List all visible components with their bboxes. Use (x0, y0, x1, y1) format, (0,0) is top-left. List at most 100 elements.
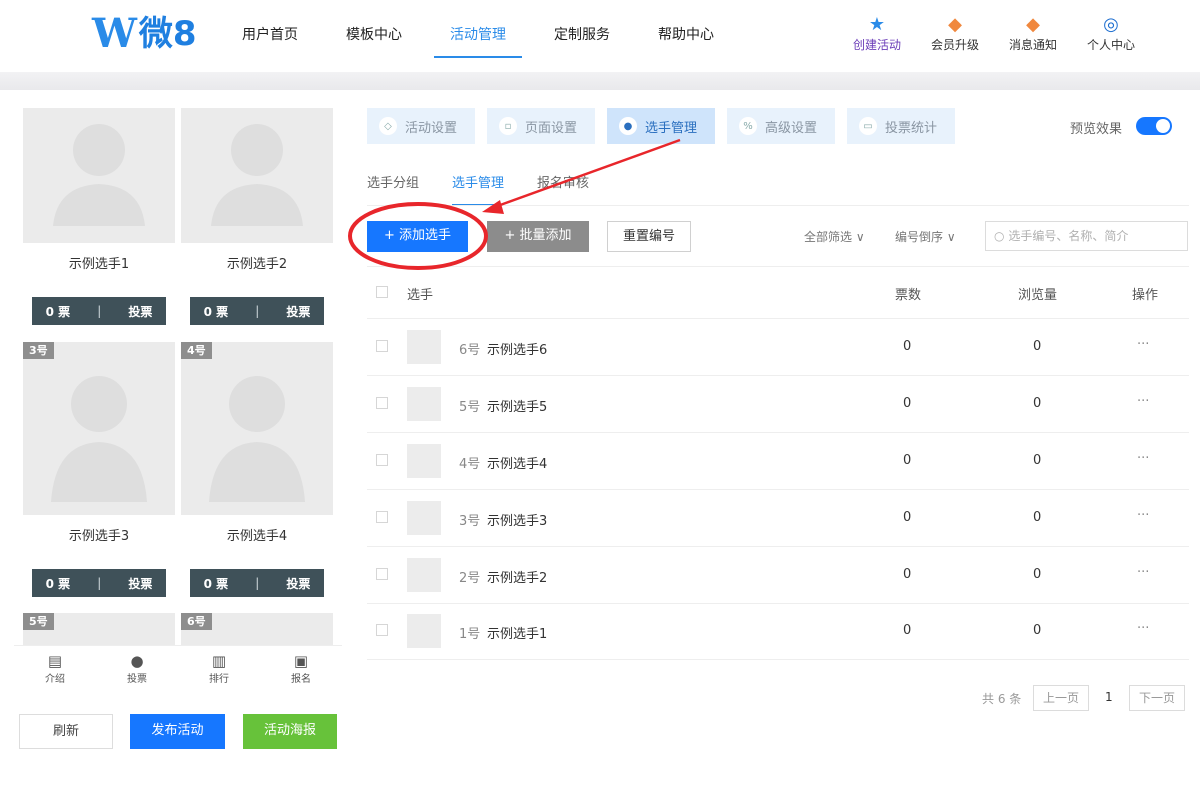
next-page-button[interactable]: 下一页 (1129, 685, 1185, 711)
avatar-placeholder-icon (53, 124, 145, 226)
mobile-tab-label: 投票 (127, 674, 147, 685)
bar-chart-icon: ▥ (211, 652, 227, 670)
row-checkbox[interactable] (376, 454, 388, 466)
search-input[interactable]: ○ 选手编号、名称、简介 (985, 221, 1188, 251)
row-checkbox[interactable] (376, 511, 388, 523)
prev-page-button[interactable]: 上一页 (1033, 685, 1089, 711)
nav-custom-service[interactable]: 定制服务 (530, 0, 634, 72)
nav-activity-management[interactable]: 活动管理 (426, 0, 530, 72)
preview-toggle[interactable] (1136, 117, 1172, 135)
avatar (407, 444, 441, 478)
more-icon[interactable]: ··· (1137, 565, 1149, 580)
step-label: 高级设置 (765, 120, 818, 136)
player-number: 2号 (459, 571, 481, 586)
vote-label: 投票 (128, 576, 153, 591)
vote-count: 0 (903, 453, 912, 468)
current-page[interactable]: 1 (1105, 690, 1113, 704)
row-checkbox[interactable] (376, 568, 388, 580)
create-activity-button[interactable]: ★ 创建活动 (838, 14, 916, 53)
more-icon[interactable]: ··· (1137, 621, 1149, 636)
more-icon[interactable]: ··· (1137, 394, 1149, 409)
batch-add-button[interactable]: + 批量添加 (487, 221, 589, 252)
table-header: 选手 票数 浏览量 操作 (367, 266, 1189, 319)
person-icon: ● (619, 117, 637, 135)
header-divider (0, 72, 1200, 90)
step-vote-statistics[interactable]: ▭ 投票统计 (847, 108, 955, 144)
mobile-tab-ranking[interactable]: ▥ 排行 (178, 646, 260, 687)
page-icon: ▫ (499, 117, 517, 135)
vote-button[interactable]: 0 票 | 投票 (32, 569, 166, 597)
step-advanced-settings[interactable]: % 高级设置 (727, 108, 835, 144)
player-number: 4号 (459, 457, 481, 472)
member-upgrade-button[interactable]: ◆ 会员升级 (916, 14, 994, 53)
add-player-button[interactable]: + 添加选手 (367, 221, 468, 252)
mobile-tab-vote[interactable]: ● 投票 (96, 646, 178, 687)
preview-label: 预览效果 (1070, 122, 1123, 137)
user-icon: ◎ (1103, 14, 1119, 35)
logo-text: 微8 (138, 14, 197, 54)
nav-home[interactable]: 用户首页 (218, 0, 322, 72)
step-page-settings[interactable]: ▫ 页面设置 (487, 108, 595, 144)
select-all-checkbox[interactable] (376, 286, 388, 298)
sub-tabs: 选手分组 选手管理 报名审核 (367, 172, 622, 206)
activity-poster-button[interactable]: 活动海报 (243, 714, 337, 749)
vote-count: 0 票 (45, 576, 71, 591)
player-name: 示例选手1 (487, 627, 548, 642)
publish-activity-button[interactable]: 发布活动 (130, 714, 225, 749)
vote-count: 0 (903, 567, 912, 582)
preview-card: 示例选手1 0 票 | 投票 (23, 108, 175, 336)
logo-mark: W (92, 10, 137, 57)
vote-button[interactable]: 0 票 | 投票 (190, 569, 324, 597)
header-votes: 票数 (895, 288, 922, 303)
table-row: 2号 示例选手2 0 0 ··· (367, 547, 1189, 604)
notifications-button[interactable]: ◆ 消息通知 (994, 14, 1072, 53)
vote-count: 0 票 (45, 304, 71, 319)
vote-separator: | (97, 576, 102, 590)
step-activity-settings[interactable]: ◇ 活动设置 (367, 108, 475, 144)
more-icon[interactable]: ··· (1137, 451, 1149, 466)
refresh-button[interactable]: 刷新 (19, 714, 113, 749)
id-card-icon: ▣ (293, 652, 309, 670)
notifications-label: 消息通知 (1008, 38, 1057, 52)
avatar (407, 501, 441, 535)
person-icon: ● (130, 652, 144, 670)
vote-button[interactable]: 0 票 | 投票 (190, 297, 324, 325)
header-views: 浏览量 (1018, 288, 1058, 303)
step-player-management[interactable]: ● 选手管理 (607, 108, 715, 144)
top-navbar: W 微8 用户首页 模板中心 活动管理 定制服务 帮助中心 ★ 创建活动 ◆ 会… (0, 0, 1200, 72)
player-number: 5号 (459, 400, 481, 415)
header-player: 选手 (407, 288, 434, 303)
avatar (407, 387, 441, 421)
player-number: 6号 (459, 343, 481, 358)
nav-templates[interactable]: 模板中心 (322, 0, 426, 72)
row-checkbox[interactable] (376, 397, 388, 409)
advanced-icon: % (739, 117, 757, 135)
subtab-player-management[interactable]: 选手管理 (452, 172, 505, 206)
mobile-tab-intro[interactable]: ▤ 介绍 (14, 646, 96, 687)
row-checkbox[interactable] (376, 340, 388, 352)
view-count: 0 (1033, 396, 1042, 411)
view-count: 0 (1033, 567, 1042, 582)
player-photo (181, 108, 333, 243)
profile-button[interactable]: ◎ 个人中心 (1072, 14, 1150, 53)
more-icon[interactable]: ··· (1137, 337, 1149, 352)
reset-numbers-button[interactable]: 重置编号 (607, 221, 691, 252)
player-photo: 4号 (181, 342, 333, 515)
nav-help-center[interactable]: 帮助中心 (634, 0, 738, 72)
player-name: 示例选手3 (487, 514, 548, 529)
row-checkbox[interactable] (376, 624, 388, 636)
subtab-player-groups[interactable]: 选手分组 (367, 172, 419, 206)
vote-count: 0 票 (203, 576, 229, 591)
sort-dropdown[interactable]: 编号倒序 ∨ (895, 228, 956, 245)
more-icon[interactable]: ··· (1137, 508, 1149, 523)
logo[interactable]: W 微8 (92, 10, 197, 57)
step-label: 活动设置 (405, 120, 458, 136)
mobile-tab-label: 报名 (291, 674, 311, 685)
mobile-tab-signup[interactable]: ▣ 报名 (260, 646, 342, 687)
mobile-tab-label: 介绍 (45, 674, 65, 685)
all-filter-dropdown[interactable]: 全部筛选 ∨ (804, 228, 865, 245)
avatar (407, 330, 441, 364)
table-row: 5号 示例选手5 0 0 ··· (367, 376, 1189, 433)
vote-button[interactable]: 0 票 | 投票 (32, 297, 166, 325)
subtab-signup-review[interactable]: 报名审核 (537, 172, 589, 206)
